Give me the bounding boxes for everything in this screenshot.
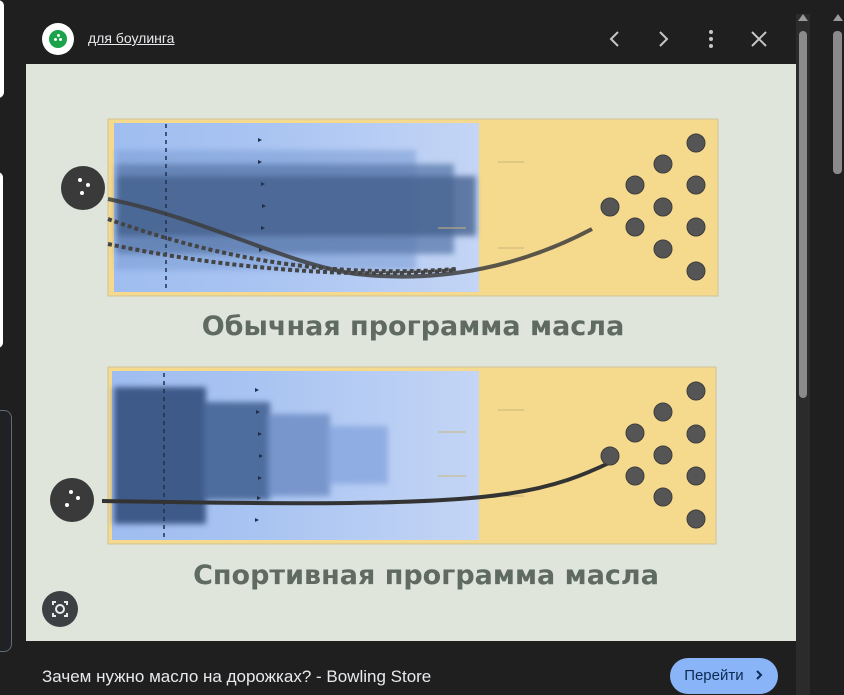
viewer-footer: Зачем нужно масло на дорожках? - Bowling… <box>26 641 796 695</box>
background-card <box>0 172 3 348</box>
background-card <box>0 410 12 652</box>
bowling-ball-icon <box>49 30 67 48</box>
viewer-scrollbar-thumb[interactable] <box>799 31 807 398</box>
top-pattern-label: Обычная программа масла <box>202 311 625 342</box>
top-lane <box>61 118 719 297</box>
more-options-button[interactable] <box>699 27 723 51</box>
left-background-strip <box>0 0 14 695</box>
bottom-lane <box>50 366 717 545</box>
bowling-ball <box>61 166 105 210</box>
oil-pattern-diagram: Обычная программа масла Спортивная прогр… <box>50 118 719 591</box>
source-caption[interactable]: Зачем нужно масло на дорожках? - Bowling… <box>42 667 431 687</box>
chevron-right-icon <box>756 670 763 680</box>
visit-button[interactable]: Перейти <box>670 658 778 694</box>
viewer-header: для боулинга <box>26 14 796 64</box>
page-scroll-up-arrow-icon[interactable] <box>833 14 843 21</box>
lens-icon <box>52 601 68 617</box>
image-viewer-panel: для боулинга Обычная программа масла Спо… <box>26 14 796 695</box>
lens-search-button[interactable] <box>42 591 78 627</box>
bowling-ball <box>50 478 94 522</box>
close-button[interactable] <box>747 27 771 51</box>
more-vert-icon <box>709 30 713 48</box>
site-favicon <box>42 23 74 55</box>
close-icon <box>751 31 767 47</box>
next-button[interactable] <box>651 27 675 51</box>
prev-button[interactable] <box>603 27 627 51</box>
site-name-link[interactable]: для боулинга <box>88 30 174 46</box>
preview-image[interactable]: Обычная программа масла Спортивная прогр… <box>26 64 796 641</box>
visit-button-label: Перейти <box>684 667 744 684</box>
chevron-left-icon <box>609 31 619 47</box>
scroll-up-arrow-icon[interactable] <box>798 14 808 21</box>
page-scrollbar-thumb[interactable] <box>833 31 842 174</box>
background-card <box>0 0 4 98</box>
chevron-right-icon <box>659 31 669 47</box>
bottom-pattern-label: Спортивная программа масла <box>193 560 659 591</box>
